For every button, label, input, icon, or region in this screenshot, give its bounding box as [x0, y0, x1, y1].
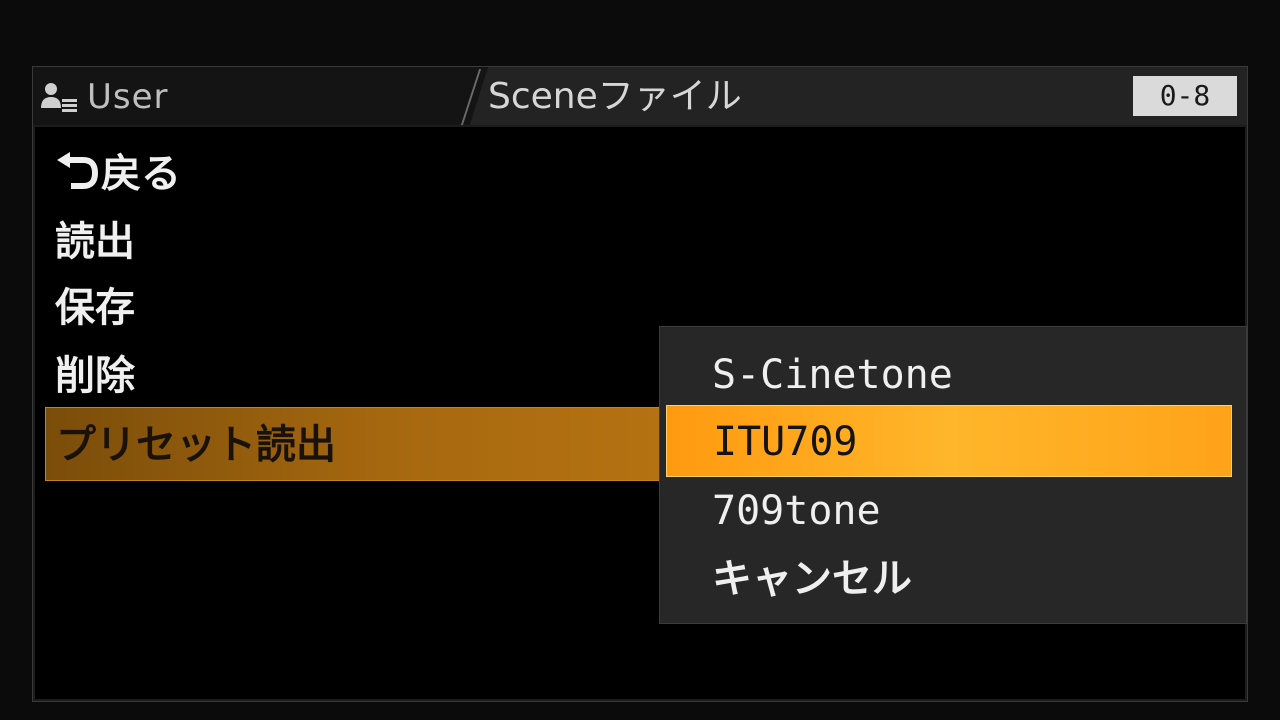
user-list-icon: [41, 83, 77, 112]
header-bar: User Sceneファイル 0-8: [33, 67, 1247, 125]
option-cancel[interactable]: キャンセル: [666, 543, 1232, 615]
page-number-badge: 0-8: [1133, 76, 1237, 116]
option-itu709[interactable]: ITU709: [666, 405, 1232, 477]
menu-item-save[interactable]: 保存: [45, 271, 135, 345]
return-arrow-icon: [57, 152, 99, 189]
menu-item-delete[interactable]: 削除: [45, 339, 135, 413]
option-s-cinetone[interactable]: S-Cinetone: [666, 339, 1232, 411]
menu-item-back-label: 戻る: [101, 151, 181, 197]
menu-item-preset-read[interactable]: プリセット読出: [45, 407, 665, 481]
menu-item-read[interactable]: 読出: [45, 205, 135, 279]
menu-item-back[interactable]: 戻る: [45, 137, 181, 211]
user-tab-label: User: [87, 77, 169, 117]
option-709tone[interactable]: 709tone: [666, 475, 1232, 547]
user-tab[interactable]: User: [33, 67, 488, 125]
page-title: Sceneファイル: [488, 76, 742, 117]
preset-options-popup: S-Cinetone ITU709 709tone キャンセル: [659, 326, 1247, 624]
